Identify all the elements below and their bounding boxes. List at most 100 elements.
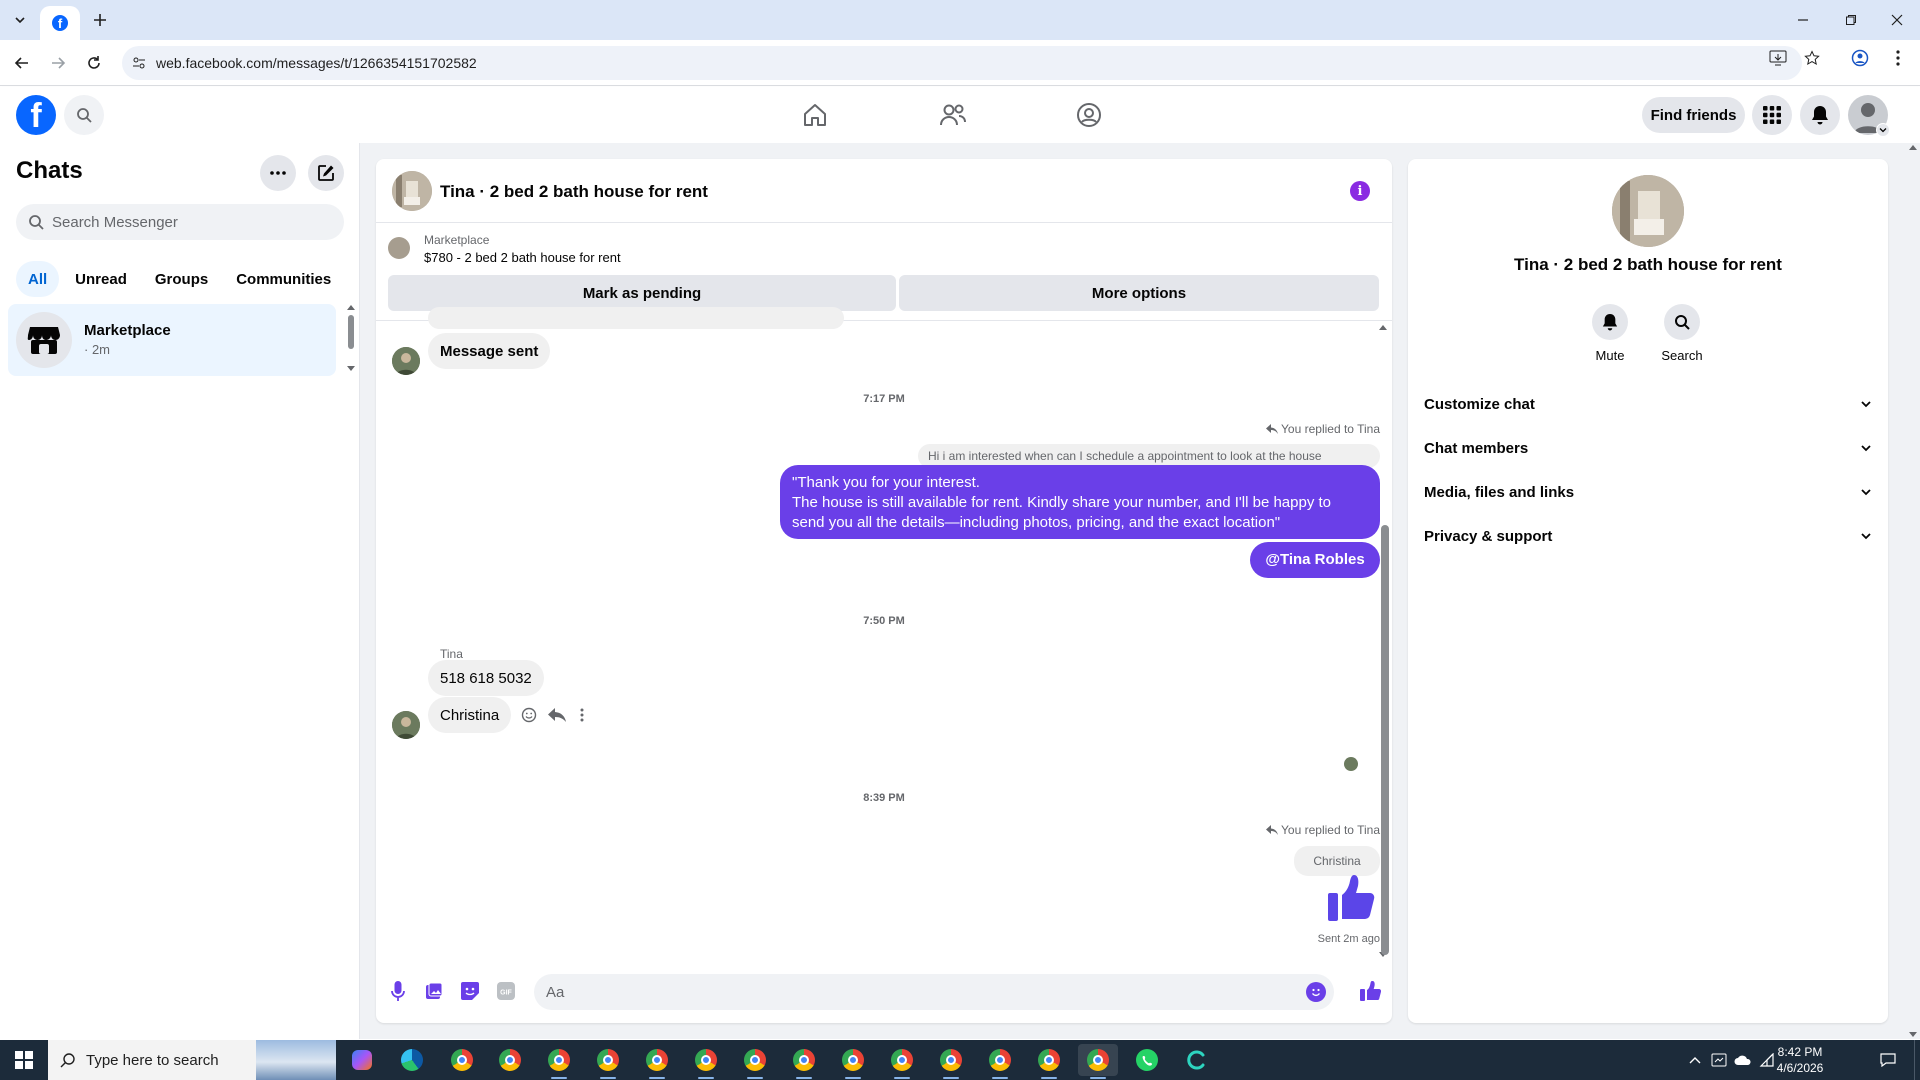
gif-button[interactable]: GIF (494, 979, 518, 1003)
reload-button[interactable] (82, 51, 106, 75)
send-like-button[interactable] (1358, 979, 1382, 1003)
chrome-profile-app[interactable] (980, 1044, 1020, 1079)
minimize-button[interactable] (1780, 0, 1826, 40)
notifications-button[interactable] (1800, 95, 1840, 135)
listing-thumbnail[interactable] (388, 237, 410, 259)
conversation-avatar[interactable] (392, 171, 432, 211)
show-desktop[interactable] (1914, 1040, 1920, 1080)
chrome-active-app[interactable] (1078, 1044, 1118, 1079)
tina-avatar[interactable] (392, 347, 420, 375)
chrome-profile-app[interactable] (1029, 1044, 1069, 1079)
facebook-search-button[interactable] (64, 95, 104, 135)
search-in-conversation-button[interactable] (1664, 304, 1700, 340)
taskbar-clock[interactable]: 8:42 PM 4/6/2026 (1764, 1044, 1836, 1076)
whatsapp-app[interactable] (1127, 1044, 1167, 1076)
show-hidden-icons[interactable] (1684, 1040, 1706, 1080)
conversation-info-icon[interactable]: i (1350, 181, 1370, 201)
message-bubble[interactable]: 518 618 5032 (428, 660, 544, 696)
more-actions-button[interactable] (574, 705, 590, 725)
listing-summary[interactable]: $780 - 2 bed 2 bath house for rent (424, 250, 621, 265)
tab-unread[interactable]: Unread (63, 261, 139, 297)
forward-button[interactable] (46, 51, 70, 75)
section-customize-chat[interactable]: Customize chat (1416, 382, 1880, 426)
chrome-app[interactable] (490, 1044, 530, 1076)
section-media-files-links[interactable]: Media, files and links (1416, 470, 1880, 514)
attach-photo-button[interactable] (422, 979, 446, 1003)
message-bubble[interactable]: Message sent (428, 333, 551, 369)
chat-list-scrollbar[interactable] (347, 305, 355, 371)
outgoing-message-bubble[interactable]: "Thank you for your interest. The house … (780, 465, 1380, 539)
profile-icon[interactable] (1850, 48, 1870, 68)
facebook-logo-icon[interactable]: f (16, 95, 56, 135)
new-message-button[interactable] (308, 155, 344, 191)
start-button[interactable] (0, 1040, 48, 1080)
thread-scrollbar[interactable] (1377, 325, 1389, 957)
chrome-app[interactable] (442, 1044, 482, 1076)
new-tab-button[interactable] (90, 10, 110, 30)
mute-action[interactable]: Mute (1580, 304, 1640, 363)
chrome-profile-app[interactable] (882, 1044, 922, 1079)
thread-scroll-thumb[interactable] (1381, 525, 1389, 955)
chrome-profile-app[interactable] (637, 1044, 677, 1079)
chat-list-item-marketplace[interactable]: Marketplace · 2m (8, 304, 336, 376)
site-info-icon[interactable] (122, 56, 156, 70)
account-chevron-icon[interactable] (1876, 123, 1890, 137)
more-options-button[interactable]: More options (899, 275, 1379, 311)
tab-search-button[interactable] (10, 10, 30, 30)
bookmark-star-icon[interactable] (1802, 48, 1822, 68)
restore-button[interactable] (1828, 0, 1874, 40)
chrome-profile-app[interactable] (686, 1044, 726, 1079)
search-action[interactable]: Search (1652, 304, 1712, 363)
edge-app[interactable] (392, 1044, 432, 1076)
message-bubble[interactable]: Christina (428, 697, 512, 733)
messenger-search-input[interactable] (52, 213, 322, 231)
section-chat-members[interactable]: Chat members (1416, 426, 1880, 470)
menu-button[interactable] (1752, 95, 1792, 135)
browser-tab-facebook[interactable]: f (40, 6, 80, 40)
copilot-app[interactable] (342, 1044, 382, 1076)
nav-profile[interactable] (1034, 87, 1144, 143)
app-c[interactable] (1176, 1044, 1216, 1076)
section-privacy-support[interactable]: Privacy & support (1416, 514, 1880, 558)
message-input-box[interactable] (534, 974, 1334, 1010)
chrome-profile-app[interactable] (931, 1044, 971, 1079)
tab-all[interactable]: All (16, 261, 60, 297)
chrome-profile-app[interactable] (833, 1044, 873, 1079)
tab-groups[interactable]: Groups (143, 261, 220, 297)
thumbs-up-message[interactable] (1318, 873, 1380, 921)
message-input[interactable] (546, 983, 1286, 1001)
sticker-button[interactable] (458, 979, 482, 1003)
reply-button[interactable] (546, 705, 568, 725)
nav-home[interactable] (760, 87, 870, 143)
chrome-profile-app[interactable] (735, 1044, 775, 1079)
browser-menu-icon[interactable] (1888, 48, 1908, 68)
chrome-profile-app[interactable] (539, 1044, 579, 1079)
page-scrollbar[interactable] (1906, 143, 1920, 1039)
back-button[interactable] (10, 51, 34, 75)
find-friends-button[interactable]: Find friends (1642, 97, 1745, 133)
tab-communities[interactable]: Communities (224, 261, 343, 297)
chrome-profile-app[interactable] (784, 1044, 824, 1079)
tina-avatar[interactable] (392, 711, 420, 739)
chats-options-button[interactable] (260, 155, 296, 191)
install-app-icon[interactable] (1768, 48, 1788, 68)
more-vertical-icon (580, 708, 584, 722)
address-bar[interactable]: web.facebook.com/messages/t/126635415170… (122, 46, 1802, 80)
messenger-search[interactable] (16, 204, 344, 240)
nav-friends[interactable] (898, 87, 1008, 143)
notification-center[interactable] (1876, 1040, 1900, 1080)
details-avatar[interactable] (1612, 175, 1684, 247)
chrome-profile-app[interactable] (588, 1044, 628, 1079)
quoted-message[interactable]: Christina (1294, 846, 1380, 876)
mark-as-pending-button[interactable]: Mark as pending (388, 275, 896, 311)
onedrive-icon[interactable] (1732, 1040, 1754, 1080)
emoji-button[interactable] (1306, 982, 1326, 1002)
taskbar-search[interactable]: Type here to search (48, 1040, 336, 1080)
mention-bubble[interactable]: @Tina Robles (1250, 542, 1380, 578)
close-window-button[interactable] (1874, 0, 1920, 40)
react-button[interactable] (518, 705, 540, 725)
tray-app[interactable] (1708, 1040, 1730, 1080)
voice-clip-button[interactable] (386, 979, 410, 1003)
mute-button[interactable] (1592, 304, 1628, 340)
conversation-title[interactable]: Tina · 2 bed 2 bath house for rent (440, 182, 708, 202)
